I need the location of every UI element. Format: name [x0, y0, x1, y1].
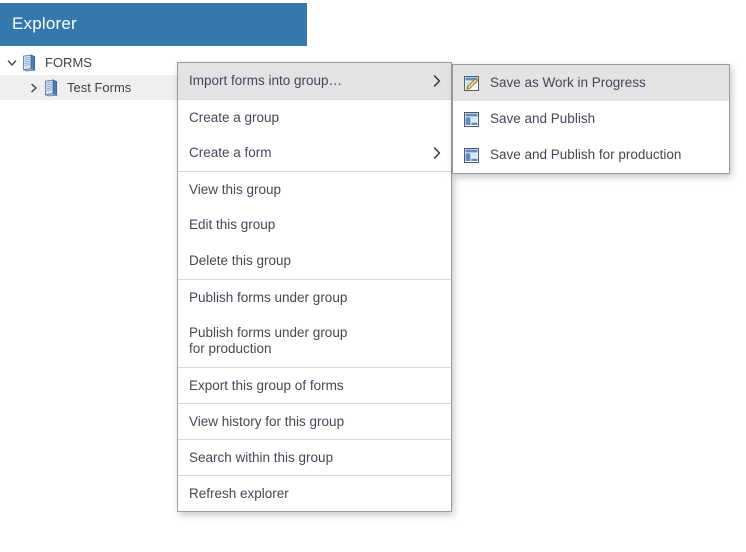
form-document-icon	[463, 111, 480, 128]
tree-item-label: Test Forms	[67, 80, 132, 95]
import-forms-submenu[interactable]: Save as Work in Progress Save and Publish…	[452, 64, 730, 174]
chevron-right-icon[interactable]	[26, 83, 42, 93]
menu-item-label: Create a form	[189, 145, 272, 160]
page-title: Explorer	[12, 14, 77, 33]
submenu-item-label: Save as Work in Progress	[490, 75, 646, 90]
tree-item-label: FORMS	[45, 55, 92, 70]
menu-item-label: Search within this group	[189, 449, 334, 465]
forms-book-icon	[42, 78, 60, 97]
menu-item-search-within-this-group[interactable]: Search within this group	[178, 439, 451, 475]
menu-item-label: View this group	[189, 181, 282, 197]
menu-item-label: Publish forms under group	[189, 289, 348, 305]
menu-item-create-a-form[interactable]: Create a form	[178, 135, 451, 171]
menu-item-refresh-explorer[interactable]: Refresh explorer	[178, 475, 451, 511]
menu-item-publish-forms-under-group[interactable]: Publish forms under group	[178, 279, 451, 315]
menu-item-view-this-group[interactable]: View this group	[178, 171, 451, 207]
menu-item-label: View history for this group	[189, 413, 345, 429]
context-menu[interactable]: Import forms into group… Create a group Cr…	[177, 62, 452, 512]
menu-item-label: Import forms into group…	[189, 73, 343, 88]
submenu-item-save-and-publish[interactable]: Save and Publish	[453, 101, 729, 137]
menu-item-publish-forms-under-group-for-production[interactable]: Publish forms under group for production	[178, 315, 451, 367]
form-document-icon	[463, 147, 480, 164]
menu-item-label: Edit this group	[189, 217, 276, 232]
submenu-item-save-as-work-in-progress[interactable]: Save as Work in Progress	[453, 65, 729, 101]
menu-item-edit-this-group[interactable]: Edit this group	[178, 207, 451, 243]
menu-item-label: Export this group of forms	[189, 377, 344, 393]
menu-item-label: Refresh explorer	[189, 485, 289, 501]
menu-item-import-forms-into-group[interactable]: Import forms into group…	[178, 63, 451, 99]
document-pencil-icon	[463, 75, 480, 92]
submenu-item-label: Save and Publish for production	[490, 147, 682, 162]
explorer-header: Explorer	[0, 3, 307, 46]
forms-book-icon	[20, 53, 38, 72]
menu-item-label: Create a group	[189, 109, 280, 125]
menu-item-label: Delete this group	[189, 253, 292, 268]
chevron-down-icon[interactable]	[4, 58, 20, 68]
menu-item-create-a-group[interactable]: Create a group	[178, 99, 451, 135]
menu-item-view-history-for-this-group[interactable]: View history for this group	[178, 403, 451, 439]
submenu-item-save-and-publish-for-production[interactable]: Save and Publish for production	[453, 137, 729, 173]
menu-item-delete-this-group[interactable]: Delete this group	[178, 243, 451, 279]
menu-item-label: Publish forms under group for production	[189, 325, 348, 356]
submenu-item-label: Save and Publish	[490, 111, 596, 126]
menu-item-export-this-group-of-forms[interactable]: Export this group of forms	[178, 367, 451, 403]
